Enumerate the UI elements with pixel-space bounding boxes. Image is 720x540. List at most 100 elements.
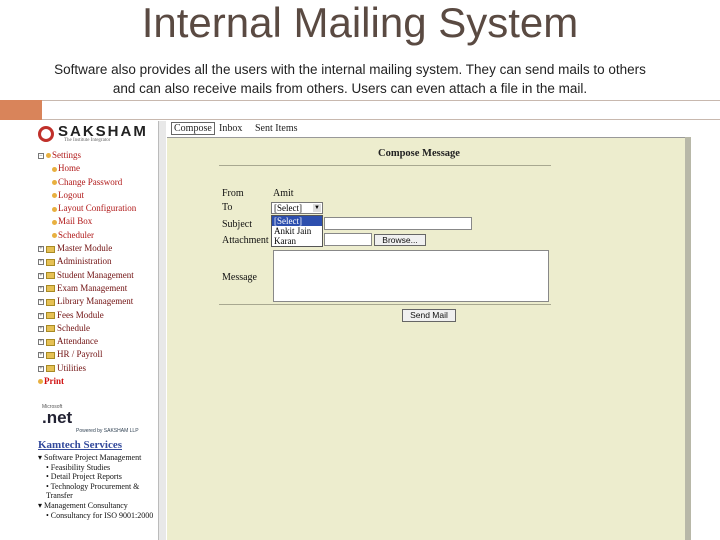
- main-scrollbar[interactable]: [685, 137, 691, 540]
- folder-icon: [46, 272, 55, 280]
- subject-input[interactable]: [324, 217, 472, 230]
- sidebar-item[interactable]: + Utilities: [38, 362, 158, 375]
- sidebar-item-label: Master Module: [57, 243, 113, 254]
- accent-bar: [0, 100, 42, 120]
- to-option[interactable]: Ankit Jain: [272, 226, 322, 236]
- sidebar-item[interactable]: Scheduler: [38, 229, 158, 242]
- sidebar-item[interactable]: + Library Management: [38, 295, 158, 308]
- sidebar-item[interactable]: Home: [38, 162, 158, 175]
- attachment-label: Attachment: [222, 235, 269, 246]
- sidebar-item-label: Exam Management: [57, 282, 128, 293]
- sidebar-item[interactable]: + HR / Payroll: [38, 348, 158, 361]
- subject-label: Subject: [222, 219, 252, 230]
- dotnet-logo: .net: [42, 408, 73, 427]
- sidebar-item[interactable]: + Master Module: [38, 242, 158, 255]
- sidebar-item[interactable]: − Settings: [38, 149, 158, 162]
- logo: SAKSHAM The Institute Integrator: [38, 123, 156, 145]
- service-link[interactable]: • Technology Procurement &: [38, 482, 156, 492]
- expand-icon[interactable]: +: [38, 325, 44, 332]
- service-link[interactable]: • Feasibility Studies: [38, 463, 156, 473]
- message-textarea[interactable]: [273, 250, 549, 302]
- folder-icon: [46, 338, 55, 346]
- tab-inbox[interactable]: Inbox: [219, 123, 242, 134]
- item-icon: [46, 153, 51, 159]
- expand-icon[interactable]: +: [38, 285, 44, 292]
- sidebar-item-label: Attendance: [57, 336, 98, 347]
- sidebar-item-label: Fees Module: [57, 309, 104, 320]
- expand-icon[interactable]: +: [38, 259, 44, 266]
- expand-icon[interactable]: +: [38, 339, 44, 346]
- chevron-down-icon[interactable]: ▼: [313, 204, 321, 212]
- sidebar-item[interactable]: + Attendance: [38, 335, 158, 348]
- divider: [219, 165, 551, 166]
- expand-icon[interactable]: +: [38, 299, 44, 306]
- service-link[interactable]: • Detail Project Reports: [38, 472, 156, 482]
- sidebar-item-label: Home: [58, 163, 80, 174]
- sidebar-item[interactable]: + Fees Module: [38, 309, 158, 322]
- tab-compose[interactable]: Compose: [171, 122, 215, 135]
- sidebar-item-label: Change Password: [58, 176, 123, 187]
- expand-icon[interactable]: +: [38, 246, 44, 253]
- slide-description: Software also provides all the users wit…: [54, 62, 646, 96]
- service-link[interactable]: ▾ Software Project Management: [38, 453, 156, 463]
- collapse-icon[interactable]: −: [38, 152, 44, 159]
- sidebar-item-label: Mail Box: [58, 216, 93, 227]
- to-option[interactable]: Karan: [272, 236, 322, 246]
- kamtech-link[interactable]: Kamtech Services: [38, 439, 122, 451]
- attachment-input[interactable]: [324, 233, 372, 246]
- sidebar-item[interactable]: + Exam Management: [38, 282, 158, 295]
- dotnet-badge: Microsoft .net Powered by SAKSHAM LLP: [42, 404, 139, 434]
- from-value: Amit: [273, 188, 294, 199]
- service-links: ▾ Software Project Management • Feasibili…: [38, 453, 156, 520]
- sidebar-item[interactable]: Layout Configuration: [38, 202, 158, 215]
- to-selected-value: [Select]: [274, 203, 302, 213]
- service-link[interactable]: Transfer: [38, 491, 156, 501]
- sidebar-item-label: Settings: [52, 150, 82, 160]
- item-icon: [38, 379, 43, 385]
- expand-icon[interactable]: +: [38, 365, 44, 372]
- compose-title: Compose Message: [378, 148, 460, 159]
- sidebar-item-label: Administration: [57, 256, 112, 267]
- expand-icon[interactable]: +: [38, 312, 44, 319]
- sidebar-item[interactable]: Logout: [38, 189, 158, 202]
- logo-subtitle: The Institute Integrator: [64, 138, 111, 143]
- logo-mark-icon: [38, 126, 54, 142]
- sidebar-item-label: Scheduler: [58, 229, 94, 240]
- message-label: Message: [222, 272, 257, 283]
- sidebar-item[interactable]: Change Password: [38, 176, 158, 189]
- expand-icon[interactable]: +: [38, 272, 44, 279]
- sidebar-item[interactable]: + Schedule: [38, 322, 158, 335]
- service-link[interactable]: • Consultancy for ISO 9001:2000: [38, 511, 156, 521]
- folder-icon: [46, 298, 55, 306]
- sidebar-item-label: Schedule: [57, 322, 90, 333]
- item-icon: [52, 193, 57, 199]
- to-option[interactable]: [Select]: [272, 216, 322, 226]
- to-label: To: [222, 202, 233, 213]
- sidebar-item[interactable]: + Administration: [38, 255, 158, 268]
- sidebar-item[interactable]: Mail Box: [38, 215, 158, 228]
- sidebar-item-label: Logout: [58, 189, 84, 200]
- service-link[interactable]: ▾ Management Consultancy: [38, 501, 156, 511]
- sidebar-item[interactable]: + Student Management: [38, 269, 158, 282]
- sidebar-item[interactable]: Print: [38, 375, 158, 388]
- tab-sent-items[interactable]: Sent Items: [255, 123, 298, 134]
- item-icon: [52, 206, 57, 212]
- browse-button[interactable]: Browse...: [374, 234, 426, 246]
- folder-icon: [46, 258, 55, 266]
- tab-bar: Compose Inbox Sent Items: [167, 121, 691, 138]
- sidebar-scrollbar[interactable]: [158, 121, 166, 540]
- send-mail-button[interactable]: Send Mail: [402, 309, 456, 322]
- item-icon: [52, 166, 57, 172]
- slide-title: Internal Mailing System: [141, 0, 579, 46]
- sidebar: SAKSHAM The Institute Integrator − Settin…: [36, 121, 166, 540]
- to-select[interactable]: [Select] ▼: [271, 202, 323, 214]
- from-label: From: [222, 188, 244, 199]
- nav-tree: − Settings Home Change Password Logout Layout…: [38, 149, 158, 388]
- sidebar-item-label: HR / Payroll: [57, 349, 103, 360]
- main-panel: Compose Inbox Sent Items Compose Message…: [167, 121, 691, 540]
- sidebar-item-label: Print: [44, 376, 64, 387]
- expand-icon[interactable]: +: [38, 352, 44, 359]
- sidebar-item-label: Student Management: [57, 269, 134, 280]
- folder-icon: [46, 325, 55, 333]
- item-icon: [52, 219, 57, 225]
